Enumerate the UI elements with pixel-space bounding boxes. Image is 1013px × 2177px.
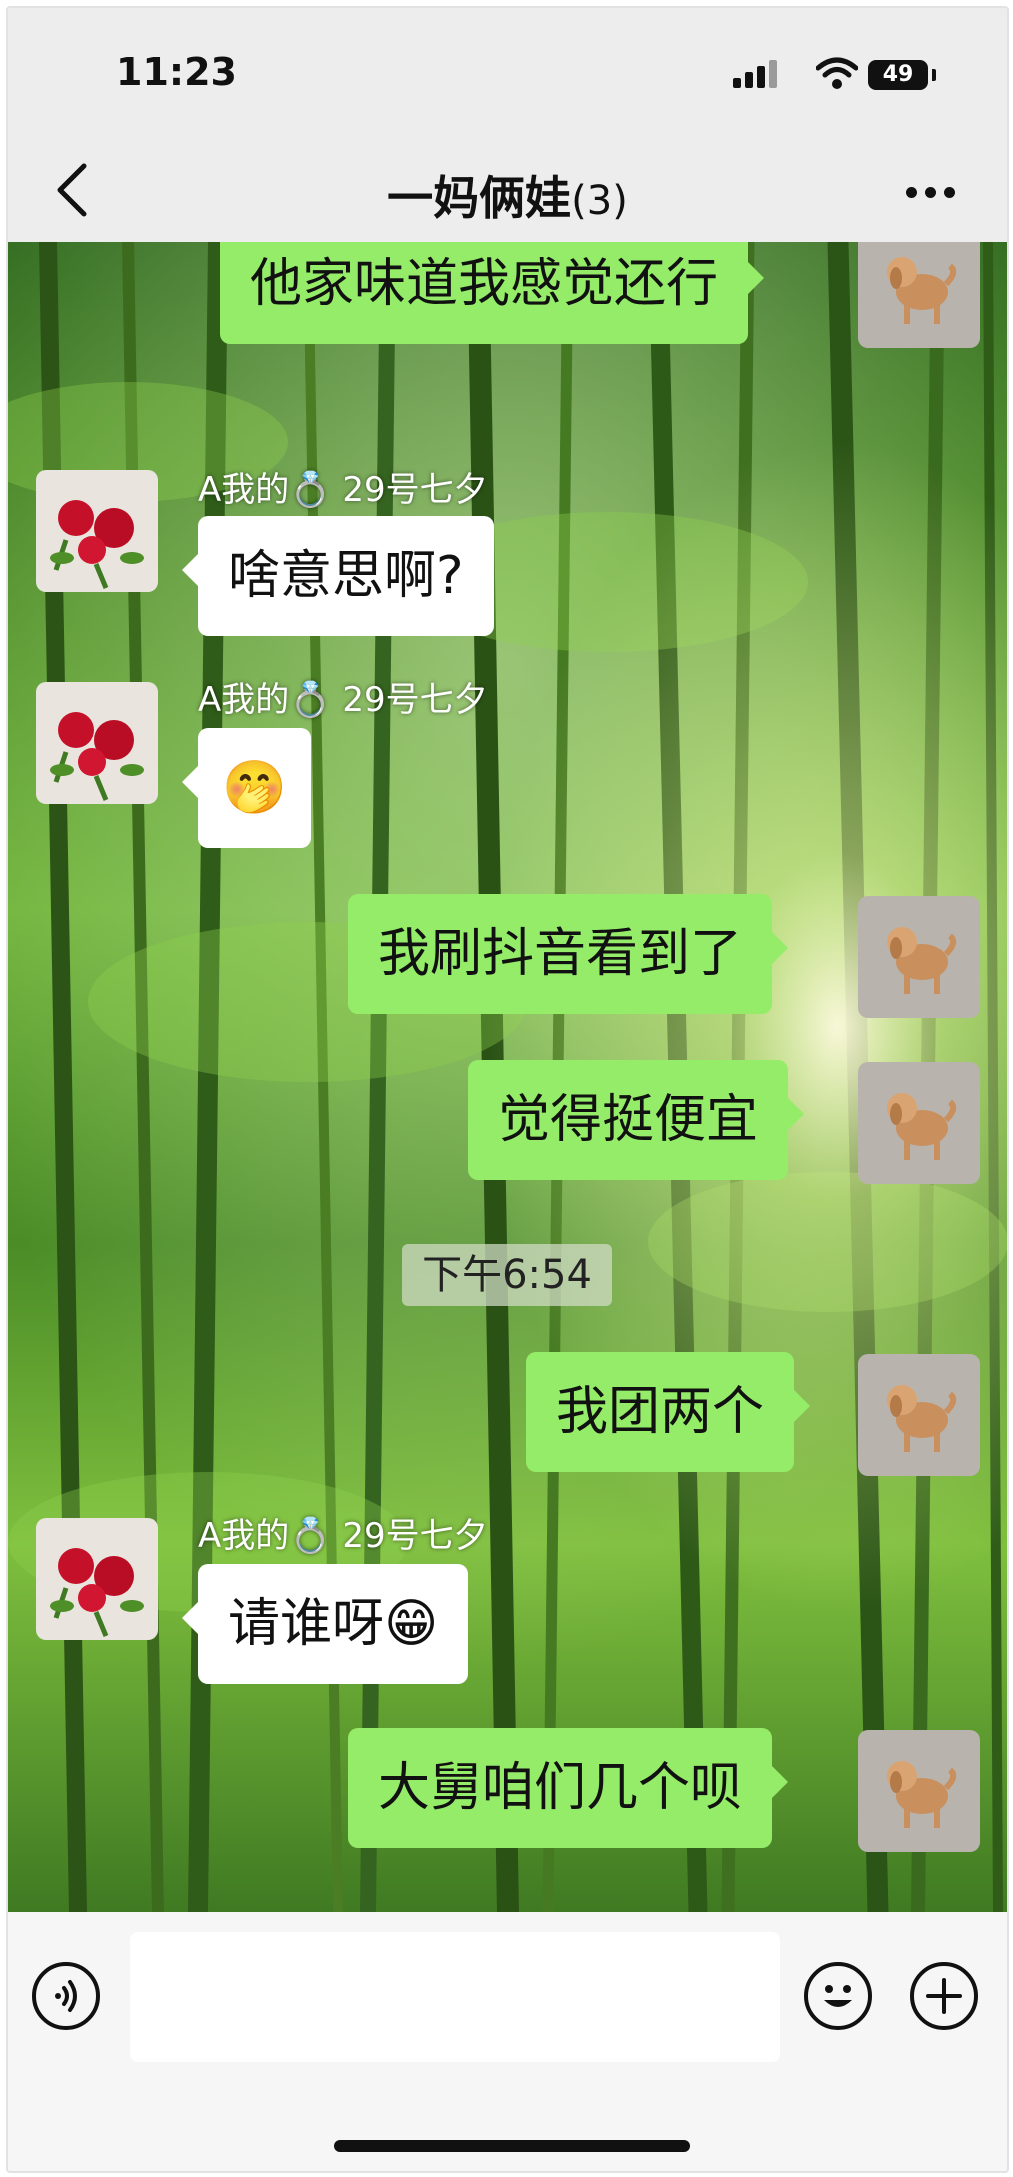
message-timestamp: 下午6:54 (402, 1244, 612, 1306)
voice-waves-icon (55, 1980, 77, 2012)
message-bubble-sent[interactable]: 他家味道我感觉还行 (220, 242, 765, 344)
my-avatar[interactable] (858, 1062, 980, 1184)
message-bubble-sent[interactable]: 我团两个 (526, 1352, 811, 1472)
my-avatar[interactable] (858, 242, 980, 348)
dog-icon (887, 257, 957, 324)
add-icon (926, 1978, 962, 2014)
chat-title-text: 一妈俩娃 (387, 171, 572, 225)
voice-icon[interactable] (32, 1962, 100, 2030)
contact-avatar[interactable] (36, 470, 158, 592)
message-bubble-sent[interactable]: 觉得挺便宜 (468, 1060, 805, 1180)
battery-indicator: 49 (868, 60, 928, 90)
message-bubble-received[interactable]: 请谁呀😁 (181, 1564, 469, 1684)
message-input[interactable] (130, 1932, 780, 2062)
smiley-icon (824, 1985, 852, 2007)
rose-icon (50, 712, 144, 801)
emoji-icon[interactable] (804, 1962, 872, 2030)
message-bubble-received[interactable]: 🤭 (182, 728, 311, 848)
phone-screen: 11:23 49 一妈俩娃(3) 他家味道我感觉还行 A我的💍 29号七夕 啥意… (6, 6, 1009, 2173)
dog-icon (887, 1385, 957, 1452)
home-indicator[interactable] (334, 2140, 690, 2152)
contact-avatar[interactable] (36, 682, 158, 804)
member-count: (3) (571, 178, 628, 224)
chat-title: 一妈俩娃(3) (8, 162, 1007, 228)
wifi-icon (816, 57, 858, 89)
message-list[interactable]: 他家味道我感觉还行 A我的💍 29号七夕 啥意思啊? A我的💍 29号七夕 🤭 … (8, 242, 1007, 1912)
input-bar (8, 1912, 1007, 2171)
my-avatar[interactable] (858, 1354, 980, 1476)
rose-icon (50, 500, 144, 589)
dog-icon (887, 927, 957, 994)
signal-icon (733, 60, 781, 88)
sender-name: A我的💍 29号七夕 (198, 1516, 488, 1556)
plus-icon[interactable] (910, 1962, 978, 2030)
dog-icon (887, 1761, 957, 1828)
message-bubble-sent[interactable]: 大舅咱们几个呗 (348, 1728, 789, 1848)
sender-name: A我的💍 29号七夕 (198, 680, 488, 720)
status-bar: 11:23 49 (8, 8, 1007, 138)
message-bubble-received[interactable]: 啥意思啊? (182, 516, 494, 636)
chat-header: 一妈俩娃(3) (8, 138, 1007, 242)
contact-avatar[interactable] (36, 1518, 158, 1640)
dog-icon (887, 1093, 957, 1160)
my-avatar[interactable] (858, 1730, 980, 1852)
my-avatar[interactable] (858, 896, 980, 1018)
more-icon[interactable] (906, 183, 963, 202)
message-bubble-sent[interactable]: 我刷抖音看到了 (348, 894, 789, 1014)
rose-icon (50, 1548, 144, 1637)
sender-name: A我的💍 29号七夕 (198, 470, 488, 510)
status-time: 11:23 (116, 50, 237, 94)
battery-tip (932, 69, 936, 81)
